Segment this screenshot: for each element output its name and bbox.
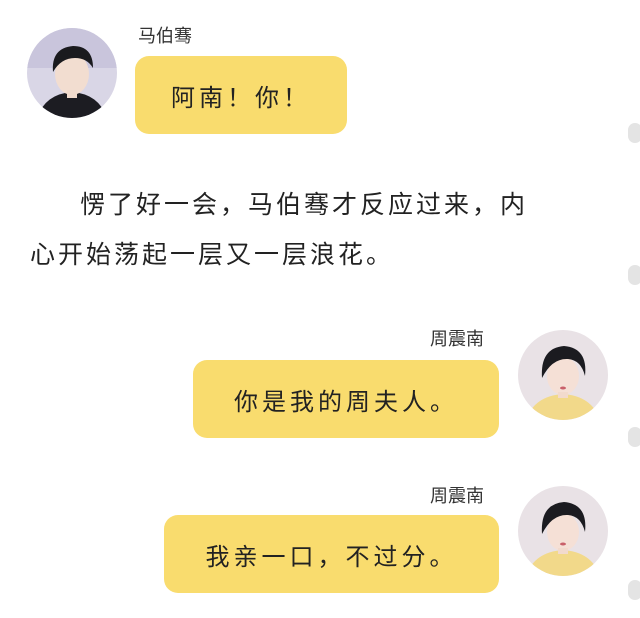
sender-name: 马伯骞	[138, 26, 192, 47]
message-bubble[interactable]: 阿南！你！	[135, 56, 347, 134]
scroll-indicator	[628, 265, 640, 285]
narration-line: 心开始荡起一层又一层浪花。	[30, 240, 395, 269]
message-text: 你是我的周夫人。	[234, 387, 458, 416]
avatar-zhou-zhennan[interactable]	[518, 486, 608, 576]
avatar-ma-boqian-icon	[27, 28, 117, 118]
scroll-indicator	[628, 427, 640, 447]
sender-name: 周震南	[430, 329, 484, 350]
avatar-zhou-zhennan-icon	[518, 486, 608, 576]
avatar-ma-boqian[interactable]	[27, 28, 117, 118]
narration-line: 愣了好一会，马伯骞才反应过来，内	[80, 190, 529, 219]
message-text: 我亲一口，不过分。	[205, 542, 458, 571]
avatar-zhou-zhennan[interactable]	[518, 330, 608, 420]
avatar-zhou-zhennan-icon	[518, 330, 608, 420]
scroll-indicator	[628, 580, 640, 600]
scroll-indicator	[628, 123, 640, 143]
message-bubble[interactable]: 你是我的周夫人。	[193, 360, 499, 438]
sender-name: 周震南	[430, 486, 484, 507]
message-bubble[interactable]: 我亲一口，不过分。	[164, 515, 499, 593]
message-text: 阿南！你！	[171, 83, 311, 112]
narration-text: 愣了好一会，马伯骞才反应过来，内 心开始荡起一层又一层浪花。	[30, 180, 590, 280]
